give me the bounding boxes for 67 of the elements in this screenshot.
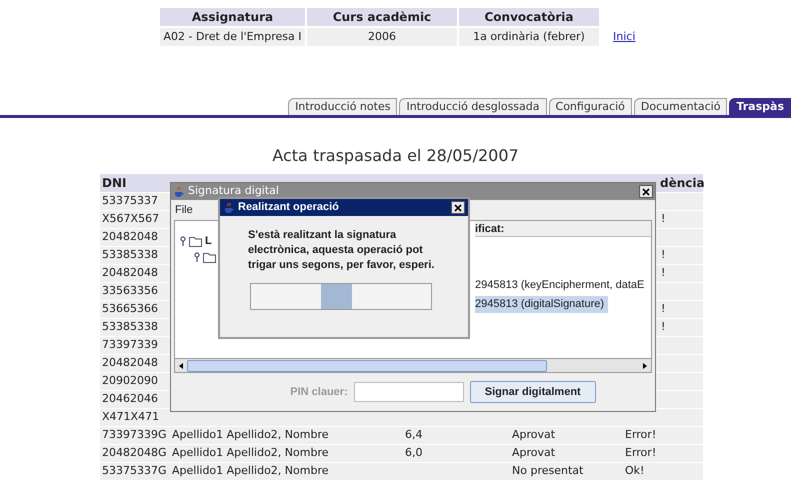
table-cell: 6,0 xyxy=(405,446,422,460)
column-header: Convocatòria xyxy=(459,8,599,26)
home-link[interactable]: Inici xyxy=(613,28,636,45)
table-cell: A02 - Dret de l'Empresa I xyxy=(160,28,305,46)
table-cell: Error! xyxy=(625,446,656,460)
tab[interactable]: Documentació xyxy=(634,98,728,115)
table-cell: 33563356 xyxy=(102,284,158,298)
table-cell: Apellido1 Apellido2, Nombre xyxy=(172,464,329,478)
column-header: Curs acadèmic xyxy=(307,8,457,26)
tree-toggle-icon[interactable] xyxy=(179,236,187,246)
table-cell: 1a ordinària (febrer) xyxy=(459,28,599,46)
table-cell: Aprovat xyxy=(512,446,556,460)
table-cell: Ok! xyxy=(625,464,644,478)
pin-field[interactable] xyxy=(354,382,464,402)
close-button[interactable] xyxy=(451,201,465,214)
table-cell: Apellido1 Apellido2, Nombre xyxy=(172,446,329,460)
certificate-item[interactable]: 2945813 (digitalSignature) xyxy=(475,296,608,313)
column-header: dència xyxy=(660,176,705,190)
tree-item-label[interactable]: L xyxy=(205,232,212,250)
coffee-cup-icon xyxy=(173,186,185,198)
dialog-title: Realitzant operació xyxy=(238,200,339,216)
sign-button[interactable]: Signar digitalment xyxy=(470,381,596,403)
table-cell: ! xyxy=(661,302,666,316)
dialog-message: S'està realitzant la signatura electrònica, aquesta operació pot trigar uns segons, per favor, esperi. xyxy=(248,228,436,273)
table-cell: 20482048 xyxy=(102,266,158,280)
table-cell: ! xyxy=(661,212,666,226)
table-cell: ! xyxy=(661,320,666,334)
table-cell: X471X471 xyxy=(102,410,160,424)
table-cell: Error! xyxy=(625,428,656,442)
coffee-cup-icon xyxy=(223,202,235,214)
tab[interactable]: Introducció desglossada xyxy=(399,98,547,115)
close-icon xyxy=(642,188,650,196)
table-cell: 53375337G xyxy=(102,464,167,478)
table-cell: ! xyxy=(661,266,666,280)
window-title: Signatura digital xyxy=(188,183,279,200)
tree-toggle-icon[interactable] xyxy=(193,252,201,262)
table-cell: 73397339G xyxy=(102,428,167,442)
horizontal-scrollbar[interactable] xyxy=(175,358,651,372)
close-button[interactable] xyxy=(639,185,653,198)
table-cell: 6,4 xyxy=(405,428,422,442)
tab[interactable]: Introducció notes xyxy=(288,98,398,115)
table-cell: Apellido1 Apellido2, Nombre xyxy=(172,428,329,442)
certificate-item[interactable]: 2945813 (keyEncipherment, dataE xyxy=(475,277,648,294)
page-title: Acta traspasada el 28/05/2007 xyxy=(271,145,520,167)
table-cell: 53385338 xyxy=(102,320,158,334)
table-cell: 20482048 xyxy=(102,230,158,244)
list-header: ificat: xyxy=(475,221,651,237)
table-cell: 2006 xyxy=(307,28,457,46)
menu-item[interactable]: File xyxy=(175,202,193,218)
pin-label: PIN clauer: xyxy=(290,384,348,400)
table-cell: X567X567 xyxy=(102,212,160,226)
table-cell: ! xyxy=(661,248,666,262)
column-header: DNI xyxy=(102,176,126,190)
table-cell: 20902090 xyxy=(102,374,158,388)
table-cell: 20482048G xyxy=(102,446,167,460)
table-cell: 20462046 xyxy=(102,392,158,406)
table-cell: 53665366 xyxy=(102,302,158,316)
table-cell: 53375337 xyxy=(102,194,158,208)
table-cell: 20482048 xyxy=(102,356,158,370)
column-header: Assignatura xyxy=(160,8,305,26)
table-cell: No presentat xyxy=(512,464,584,478)
table-cell: 53385338 xyxy=(102,248,158,262)
table-cell: Aprovat xyxy=(512,428,556,442)
table-cell: 73397339 xyxy=(102,338,158,352)
tab[interactable]: Traspàs xyxy=(729,98,791,115)
tab[interactable]: Configuració xyxy=(548,98,632,115)
close-icon xyxy=(454,204,462,212)
